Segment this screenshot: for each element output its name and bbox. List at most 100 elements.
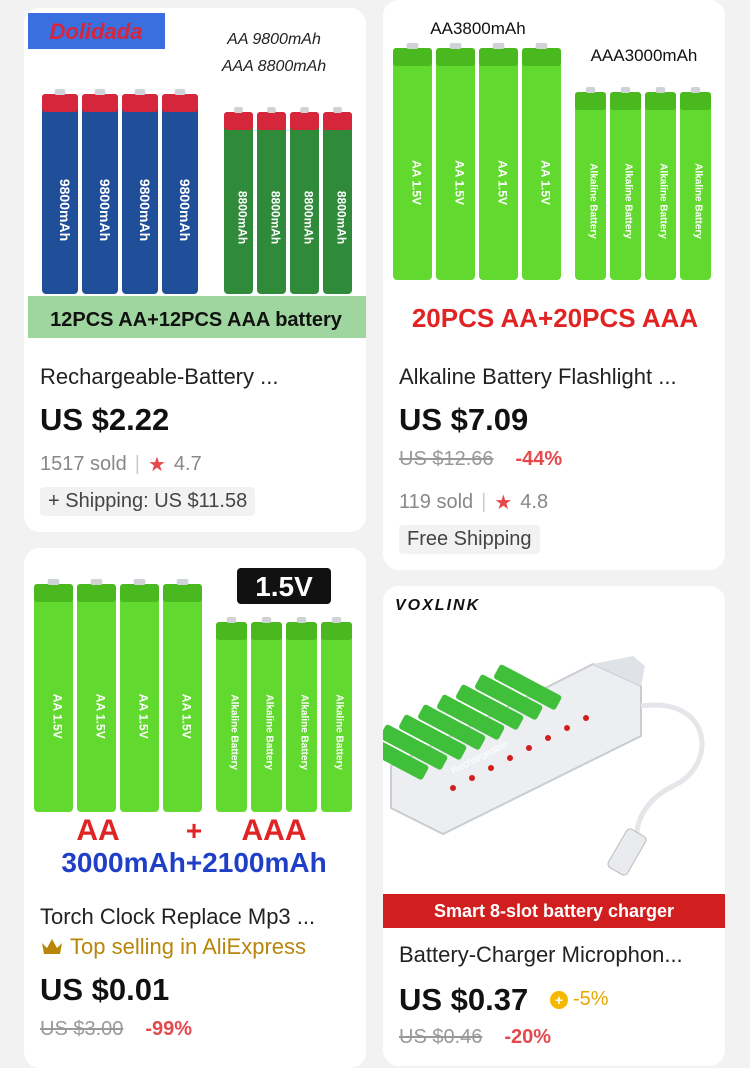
battery-cell: 8800mAh <box>290 107 319 294</box>
svg-text:Alkaline Battery: Alkaline Battery <box>658 163 669 239</box>
battery-cell: AA 1.5V <box>77 579 116 812</box>
battery-cell: Alkaline Battery <box>216 617 247 812</box>
product-card-3[interactable]: 1.5V AA 1.5V AA 1.5V AA 1.5V AA 1.5V Alkali… <box>24 548 366 1068</box>
sales-rating-row: 1517 sold | ★ 4.7 <box>40 452 202 477</box>
svg-text:Alkaline Battery: Alkaline Battery <box>588 163 599 239</box>
voltage-badge: 1.5V <box>255 571 313 602</box>
svg-text:AA 1.5V: AA 1.5V <box>51 694 65 739</box>
battery-cell: AA 1.5V <box>120 579 159 812</box>
battery-cell: 9800mAh <box>82 89 118 294</box>
svg-text:9800mAh: 9800mAh <box>137 179 153 241</box>
svg-text:AA 1.5V: AA 1.5V <box>496 160 510 205</box>
battery-cell: 8800mAh <box>257 107 286 294</box>
product-card-2[interactable]: AA3800mAh AAA3000mAh AA 1.5V AA 1.5V AA 1.… <box>383 0 725 570</box>
svg-text:AA 1.5V: AA 1.5V <box>539 160 553 205</box>
svg-text:Alkaline Battery: Alkaline Battery <box>299 694 310 770</box>
sold-count: 119 sold <box>399 491 474 513</box>
coin-discount: + -5% <box>549 988 609 1011</box>
capacity-aaa-text: AAA3000mAh <box>591 46 698 65</box>
svg-text:8800mAh: 8800mAh <box>335 191 349 244</box>
product-price: US $0.37 <box>399 982 529 1017</box>
battery-cell: AA 1.5V <box>34 579 73 812</box>
capacity-aa-text: AA3800mAh <box>430 19 525 38</box>
svg-text:AA 1.5V: AA 1.5V <box>410 160 424 205</box>
star-icon: ★ <box>494 492 513 514</box>
battery-cell: AA 1.5V <box>522 43 561 280</box>
battery-cell: Alkaline Battery <box>610 87 641 280</box>
svg-text:9800mAh: 9800mAh <box>177 179 193 241</box>
banner-plus: + <box>186 815 202 846</box>
star-icon: ★ <box>147 454 166 476</box>
product-card-1[interactable]: Dolidada AA 9800mAh AAA 8800mAh 9800mAh 9… <box>24 8 366 532</box>
battery-cell: Alkaline Battery <box>321 617 352 812</box>
product-image-3[interactable]: 1.5V AA 1.5V AA 1.5V AA 1.5V AA 1.5V Alkali… <box>24 548 366 884</box>
product-title[interactable]: Battery-Charger Microphon... <box>399 942 705 968</box>
product-price: US $2.22 <box>40 402 170 437</box>
coin-icon: + <box>550 990 568 1009</box>
coin-discount-text: -5% <box>573 988 609 1010</box>
original-price: US $12.66 <box>399 448 494 470</box>
battery-cell: 9800mAh <box>122 89 158 294</box>
svg-text:AA 1.5V: AA 1.5V <box>453 160 467 205</box>
svg-text:8800mAh: 8800mAh <box>269 191 283 244</box>
rating-value: 4.8 <box>520 491 549 513</box>
battery-cell: AA 1.5V <box>163 579 202 812</box>
battery-pack-image: Dolidada AA 9800mAh AAA 8800mAh 9800mAh 9… <box>24 8 366 348</box>
svg-text:Alkaline Battery: Alkaline Battery <box>693 163 704 239</box>
shipping-tag: + Shipping: US $11.58 <box>40 487 256 516</box>
svg-text:Alkaline Battery: Alkaline Battery <box>623 163 634 239</box>
battery-cell: AA 1.5V <box>393 43 432 280</box>
top-selling-text: Top selling in AliExpress <box>70 934 307 959</box>
battery-cell: AA 1.5V <box>436 43 475 280</box>
product-image-2[interactable]: AA3800mAh AAA3000mAh AA 1.5V AA 1.5V AA 1.… <box>383 0 725 340</box>
price-discount-row: US $3.00 -99% <box>40 1018 192 1041</box>
svg-text:9800mAh: 9800mAh <box>57 179 73 241</box>
svg-text:AA 1.5V: AA 1.5V <box>180 694 194 739</box>
battery-cell: 9800mAh <box>42 89 78 294</box>
banner-aa: AA <box>76 814 119 847</box>
svg-text:Alkaline Battery: Alkaline Battery <box>264 694 275 770</box>
battery-pack-image: 1.5V AA 1.5V AA 1.5V AA 1.5V AA 1.5V Alkali… <box>24 548 366 884</box>
svg-text:Alkaline Battery: Alkaline Battery <box>229 694 240 770</box>
battery-cell: Alkaline Battery <box>645 87 676 280</box>
svg-text:8800mAh: 8800mAh <box>236 191 250 244</box>
product-title[interactable]: Alkaline Battery Flashlight ... <box>399 364 705 390</box>
svg-text:9800mAh: 9800mAh <box>97 179 113 241</box>
product-title[interactable]: Rechargeable-Battery ... <box>40 364 346 390</box>
original-price: US $3.00 <box>40 1018 124 1040</box>
product-title[interactable]: Torch Clock Replace Mp3 ... <box>40 904 346 930</box>
battery-cell: 8800mAh <box>323 107 352 294</box>
product-price: US $0.01 <box>40 972 170 1007</box>
divider: | <box>134 453 140 475</box>
rating-value: 4.7 <box>173 453 202 475</box>
banner-aaa: AAA <box>242 814 307 847</box>
discount-badge: -99% <box>145 1018 193 1040</box>
battery-cell: AA 1.5V <box>479 43 518 280</box>
battery-cell: 9800mAh <box>162 89 198 294</box>
product-price: US $7.09 <box>399 402 529 437</box>
charger-image: VOXLINK Rechargeable Smart 8-slot batter… <box>383 586 725 928</box>
brand-text: VOXLINK <box>395 597 480 614</box>
capacity-aa-text: AA 9800mAh <box>226 31 321 48</box>
svg-text:AA 1.5V: AA 1.5V <box>137 694 151 739</box>
svg-text:AA 1.5V: AA 1.5V <box>94 694 108 739</box>
banner-text: Smart 8-slot battery charger <box>434 901 674 921</box>
banner-text: 12PCS AA+12PCS AAA battery <box>50 309 343 331</box>
battery-cell: Alkaline Battery <box>251 617 282 812</box>
top-selling-badge: Top selling in AliExpress <box>40 934 306 960</box>
svg-text:Alkaline Battery: Alkaline Battery <box>334 694 345 770</box>
capacity-aaa-text: AAA 8800mAh <box>221 58 326 75</box>
product-card-4[interactable]: VOXLINK Rechargeable Smart 8-slot batter… <box>383 586 725 1066</box>
divider: | <box>481 491 487 513</box>
discount-badge: -44% <box>515 448 563 470</box>
product-image-1[interactable]: Dolidada AA 9800mAh AAA 8800mAh 9800mAh 9… <box>24 8 366 348</box>
battery-cell: Alkaline Battery <box>575 87 606 280</box>
price-discount-row: US $12.66 -44% <box>399 448 562 471</box>
brand-text: Dolidada <box>50 19 143 44</box>
battery-cell: Alkaline Battery <box>680 87 711 280</box>
sales-rating-row: 119 sold | ★ 4.8 <box>399 490 548 515</box>
svg-text:8800mAh: 8800mAh <box>302 191 316 244</box>
banner-text: 20PCS AA+20PCS AAA <box>412 303 699 333</box>
crown-icon <box>42 939 62 954</box>
product-image-4[interactable]: VOXLINK Rechargeable Smart 8-slot batter… <box>383 586 725 928</box>
